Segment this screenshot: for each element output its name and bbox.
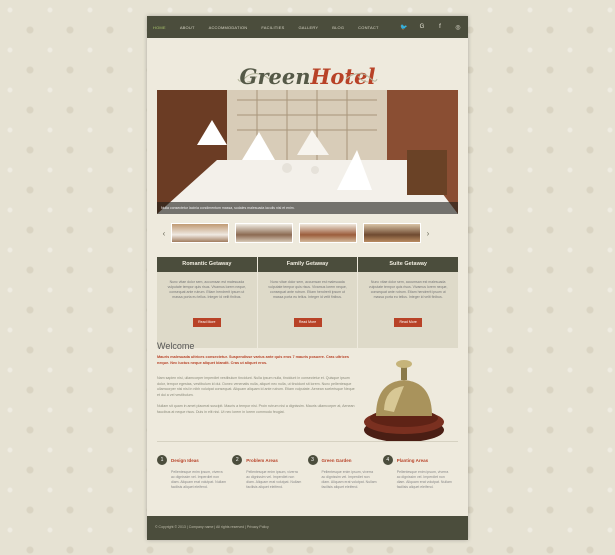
feature-text: Nunc vitae dolor sem, accumsan est males… (167, 280, 247, 299)
footer: © Copyright © 2013 | Company name | All … (147, 516, 468, 540)
section-divider (157, 441, 458, 442)
nav-item-about[interactable]: ABOUT (180, 25, 195, 30)
slider-image (157, 90, 458, 214)
twitter-icon[interactable]: 🐦 (400, 24, 408, 31)
service-text: Pellentesque enim ipsum, viverra ac dign… (321, 470, 377, 489)
welcome-lead: Mauris malesuada ultrices consectetur. S… (157, 355, 350, 365)
service-number: 1 (157, 455, 167, 465)
thumbnail-4[interactable] (363, 223, 421, 243)
service-list: 1 Design Ideas Pellentesque enim ipsum, … (157, 454, 458, 490)
feature-text: Nunc vitae dolor sem, accumsan est males… (368, 280, 448, 299)
welcome-paragraph: Nullam sit quam in amet placerat suscipi… (157, 404, 355, 414)
thumbnail-3[interactable] (299, 223, 357, 243)
slider-caption: Nulla consectetur lacinia condimentum ma… (157, 202, 458, 214)
read-more-button[interactable]: Read More (293, 318, 322, 327)
logo-part-green: Green (239, 64, 311, 89)
read-more-button[interactable]: Read More (192, 318, 221, 327)
service-number: 2 (232, 455, 243, 465)
nav-item-facilities[interactable]: FACILITIES (261, 25, 284, 30)
read-more-button[interactable]: Read More (394, 318, 423, 327)
service-item: 2 Problem Areas Pellentesque enim ipsum,… (232, 454, 307, 490)
service-number: 4 (382, 455, 393, 465)
nav-item-gallery[interactable]: GALLERY (298, 25, 318, 30)
feature-title: Suite Getaway (358, 257, 459, 272)
social-links: 🐦 G f ◎ (400, 24, 462, 31)
feature-boxes: Romantic Getaway Nunc vitae dolor sem, a… (157, 257, 459, 348)
service-item: 4 Planting Areas Pellentesque enim ipsum… (382, 454, 458, 490)
service-bell-image (364, 360, 444, 442)
nav-item-contact[interactable]: CONTACT (358, 25, 378, 30)
service-text: Pellentesque enim ipsum, viverra ac dign… (396, 470, 452, 489)
chevron-left-icon[interactable]: ‹ (157, 229, 171, 238)
chevron-right-icon[interactable]: › (421, 229, 435, 238)
service-title[interactable]: Problem Areas (246, 458, 278, 463)
feature-box-suite: Suite Getaway Nunc vitae dolor sem, accu… (358, 257, 459, 348)
facebook-icon[interactable]: f (436, 24, 444, 31)
service-item: 1 Design Ideas Pellentesque enim ipsum, … (157, 454, 232, 490)
feature-box-family: Family Getaway Nunc vitae dolor sem, acc… (257, 257, 359, 348)
google-icon[interactable]: G (418, 24, 426, 31)
welcome-paragraph: Nam sapien nisi, ullamcorper imperdiet v… (157, 376, 355, 397)
nav-item-accommodation[interactable]: ACCOMMODATION (209, 25, 248, 30)
logo-title: GreenHotel (147, 64, 468, 89)
thumbnail-2[interactable] (235, 223, 293, 243)
image-slider[interactable]: Nulla consectetur lacinia condimentum ma… (157, 90, 458, 214)
feature-box-romantic: Romantic Getaway Nunc vitae dolor sem, a… (157, 257, 258, 348)
top-navigation: HOME ABOUT ACCOMMODATION FACILITIES GALL… (147, 16, 468, 38)
dribbble-icon[interactable]: ◎ (454, 24, 462, 31)
feature-text: Nunc vitae dolor sem, accumsan est males… (268, 280, 347, 299)
ornament-right-icon (345, 73, 378, 83)
footer-copyright: © Copyright © 2013 | Company name | All … (155, 525, 269, 529)
service-title[interactable]: Planting Areas (397, 458, 428, 463)
welcome-body: Nam sapien nisi, ullamcorper imperdiet v… (157, 376, 357, 421)
nav-item-home[interactable]: HOME (153, 25, 166, 30)
service-text: Pellentesque enim ipsum, viverra ac dign… (246, 470, 302, 489)
feature-title: Romantic Getaway (157, 257, 257, 272)
service-title[interactable]: Green Garden (322, 458, 352, 463)
welcome-heading: Welcome (157, 341, 195, 351)
feature-title: Family Getaway (257, 257, 358, 272)
service-text: Pellentesque enim ipsum, viverra ac dign… (171, 470, 227, 489)
service-title[interactable]: Design Ideas (171, 458, 199, 463)
thumbnail-strip: ‹ › (157, 221, 458, 245)
thumbnail-1[interactable] (171, 223, 229, 243)
page-container: HOME ABOUT ACCOMMODATION FACILITIES GALL… (147, 16, 468, 540)
service-item: 3 Green Garden Pellentesque enim ipsum, … (307, 454, 383, 490)
service-number: 3 (307, 455, 318, 465)
nav-item-blog[interactable]: BLOG (332, 25, 344, 30)
